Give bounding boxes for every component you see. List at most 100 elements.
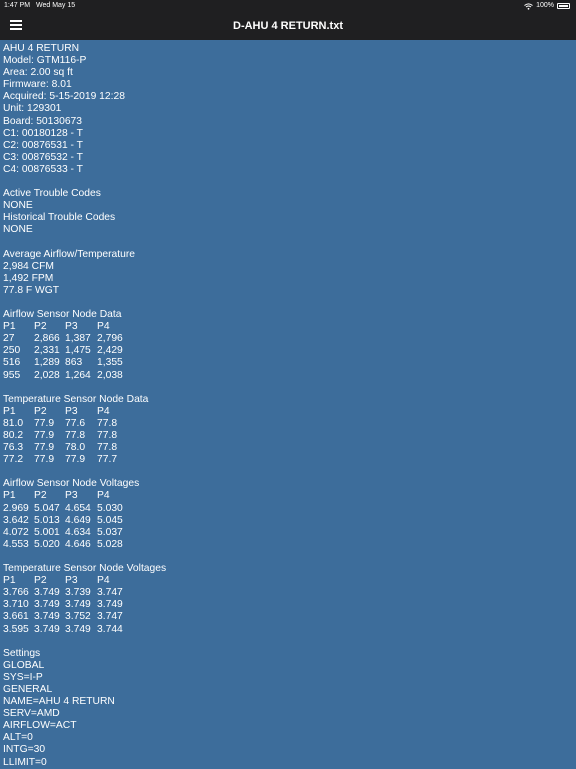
battery-icon [557,3,570,9]
unit-info-block: AHU 4 RETURN Model: GTM116-P Area: 2.00 sq… [3,43,563,176]
table-cell: 3.749 [34,611,60,623]
table-cell: 5.020 [34,538,60,550]
battery-percent: 100% [536,2,554,9]
table-cell: 4.072 [3,526,29,538]
setting-line: SERV=AMD [3,708,60,720]
status-time: 1:47 PM [4,2,31,9]
table-cell: 4.634 [65,526,91,538]
column-header: P1 [3,575,16,587]
table-row: 4.072 5.001 4.634 5.037 [3,527,563,539]
table-cell: 5.037 [97,526,123,538]
trouble-codes-block: Active Trouble Codes NONE Historical Troub… [3,188,563,236]
table-row: 250 2,331 1,475 2,429 [3,345,563,357]
table-cell: 81.0 [3,417,24,429]
setting-line: SYS=I-P [3,671,43,683]
settings-block: Settings GLOBAL SYS=I-P GENERAL NAME=AHU 4 R… [3,648,563,769]
table-cell: 77.9 [65,454,86,466]
table-cell: 4.646 [65,538,91,550]
table-cell: 77.9 [34,417,55,429]
nav-bar: D-AHU 4 RETURN.txt [0,12,576,40]
table-header-row: P1 P2 P3 P4 [3,321,563,333]
table-row: 2.969 5.047 4.654 5.030 [3,503,563,515]
setting-line: INTG=30 [3,744,46,756]
column-header: P2 [34,575,47,587]
info-line: Area: 2.00 sq ft [3,67,73,79]
table-cell: 78.0 [65,442,86,454]
table-row: 80.2 77.9 77.8 77.8 [3,430,563,442]
table-row: 81.0 77.9 77.6 77.8 [3,418,563,430]
table-cell: 955 [3,369,21,381]
table-cell: 1,264 [65,369,91,381]
table-cell: 77.9 [34,430,55,441]
table-cell: 3.595 [3,623,29,635]
table-cell: 2,028 [34,369,60,381]
setting-line: GLOBAL [3,659,45,671]
status-date: Wed May 15 [36,2,76,9]
average-line: 77.8 F WGT [3,284,60,296]
table-row: 76.3 77.9 78.0 77.8 [3,442,563,454]
table-cell: 516 [3,357,21,369]
table-cell: 3.749 [34,623,60,635]
trouble-code-line: Active Trouble Codes [3,188,101,200]
table-cell: 5.013 [34,514,60,526]
trouble-code-line: Historical Trouble Codes [3,212,116,224]
table-cell: 3.710 [3,599,29,611]
info-line: Model: GTM116-P [3,55,87,67]
average-line: Average Airflow/Temperature [3,248,136,260]
table-cell: 5.030 [97,502,123,514]
info-line: Unit: 129301 [3,103,62,115]
column-header: P1 [3,490,16,502]
info-line: Board: 50130673 [3,115,83,127]
table-row: 516 1,289 863 1,355 [3,357,563,369]
table-row: 77.2 77.9 77.9 77.7 [3,454,563,466]
table-row: 3.766 3.749 3.739 3.747 [3,587,563,599]
average-line: 1,492 FPM [3,272,54,284]
table-cell: 77.8 [97,442,118,454]
table-cell: 5.047 [34,502,60,514]
average-line: 2,984 CFM [3,260,54,272]
trouble-code-line: NONE [3,200,33,212]
table-cell: 77.6 [65,417,86,429]
column-header: P4 [97,575,110,587]
column-header: P3 [65,405,78,417]
table-cell: 1,355 [97,357,123,369]
averages-block: Average Airflow/Temperature 2,984 CFM 1,49… [3,249,563,297]
column-header: P2 [34,321,47,333]
info-line: C3: 00876532 - T [3,151,83,163]
table-cell: 77.8 [65,430,86,441]
table-cell: 80.2 [3,430,24,441]
table-cell: 77.9 [34,442,55,454]
column-header: P4 [97,321,110,333]
table-cell: 3.642 [3,514,29,526]
table-row: 27 2,866 1,387 2,796 [3,333,563,345]
table-cell: 3.661 [3,611,29,623]
table-cell: 2,796 [97,333,123,345]
table-cell: 1,289 [34,357,60,369]
table-cell: 77.8 [97,430,118,441]
table-title: Airflow Sensor Node Voltages [3,478,140,490]
table-cell: 77.7 [97,454,118,466]
table-cell: 4.553 [3,538,29,550]
table-cell: 76.3 [3,442,24,454]
table-cell: 3.747 [97,611,123,623]
table-cell: 250 [3,345,21,357]
info-line: C4: 00876533 - T [3,163,83,175]
table-cell: 77.8 [97,417,118,429]
table-title: Airflow Sensor Node Data [3,309,122,321]
trouble-code-line: NONE [3,224,33,236]
table-cell: 4.654 [65,502,91,514]
file-content: AHU 4 RETURN Model: GTM116-P Area: 2.00 sq… [3,43,563,769]
table-cell: 3.766 [3,587,29,599]
table-cell: 3.749 [34,599,60,611]
table-header-row: P1 P2 P3 P4 [3,490,563,502]
column-header: P1 [3,321,16,333]
table-cell: 3.747 [97,587,123,599]
table-cell: 2.969 [3,502,29,514]
setting-line: GENERAL [3,683,53,695]
setting-line: ALT=0 [3,732,33,744]
wifi-icon [524,2,533,10]
column-header: P3 [65,321,78,333]
table-row: 3.595 3.749 3.749 3.744 [3,624,563,636]
column-header: P4 [97,490,110,502]
table-cell: 3.749 [65,599,91,611]
